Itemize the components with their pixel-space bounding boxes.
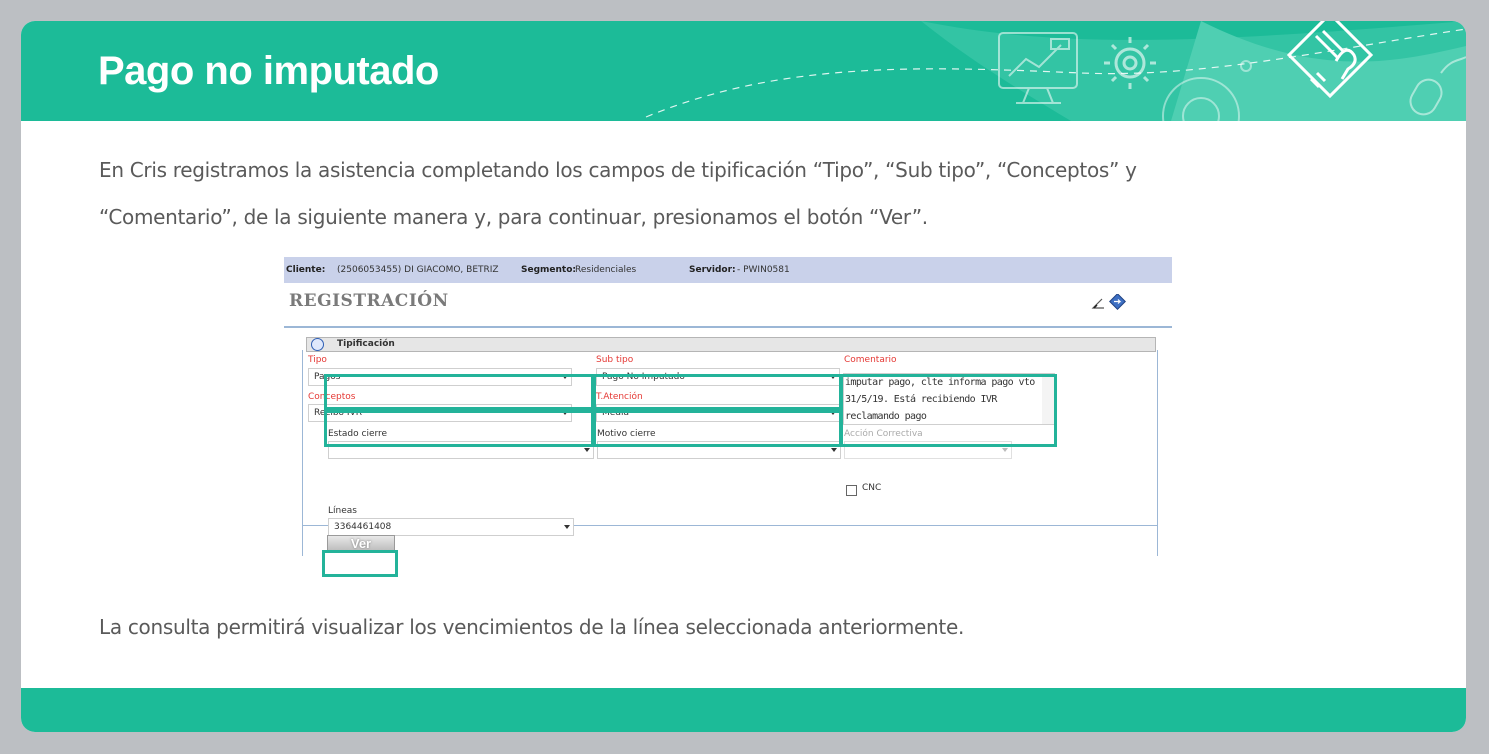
intro-line-1: En Cris registramos la asistencia comple… [99,158,1137,182]
footer-text: La consulta permitirá visualizar los ven… [99,615,965,639]
tipificacion-header[interactable]: Tipificación [306,337,1156,352]
edit-icon[interactable] [1091,298,1104,309]
diamond-arrow-icon[interactable] [1109,294,1126,310]
collapse-toggle-icon[interactable] [311,338,324,351]
footer-bar [21,688,1466,732]
slide-card: Pago no imputado En Cris registramos la … [21,21,1466,732]
chevron-down-icon [1002,448,1008,452]
highlight-tipo [324,374,594,410]
highlight-conceptos [324,410,594,447]
page-title: Pago no imputado [98,49,439,93]
crm-screenshot: Cliente: (2506053455) DI GIACOMO, BETRIZ… [284,257,1172,577]
highlight-comentario [839,374,1057,447]
cnc-label: CNC [862,483,882,493]
tipo-label: Tipo [308,355,327,365]
chevron-down-icon [584,448,590,452]
header-banner: Pago no imputado [21,21,1466,121]
highlight-sub-tipo [593,374,843,410]
chevron-down-icon [831,448,837,452]
highlight-t-atencion [593,410,843,447]
cnc-checkbox[interactable] [846,485,857,496]
section-divider [284,326,1172,328]
tipificacion-label: Tipificación [337,339,395,349]
comentario-label: Comentario [844,355,897,365]
servidor-label: Servidor: [689,265,736,275]
servidor-value: - PWIN0581 [737,265,790,275]
section-title: REGISTRACIÓN [289,291,449,311]
segmento-value: Residenciales [575,265,637,275]
intro-line-2: “Comentario”, de la siguiente manera y, … [99,205,928,229]
intro-paragraph: En Cris registramos la asistencia comple… [99,147,1279,241]
cliente-value: (2506053455) DI GIACOMO, BETRIZ [337,265,499,275]
lineas-select[interactable]: 3364461408 [328,518,574,536]
client-topbar: Cliente: (2506053455) DI GIACOMO, BETRIZ… [284,257,1172,283]
sub-tipo-label: Sub tipo [596,355,634,365]
lineas-label: Líneas [328,506,357,516]
lineas-value: 3364461408 [334,522,392,532]
highlight-ver-button [322,550,398,577]
chevron-down-icon [564,525,570,529]
cliente-label: Cliente: [286,265,326,275]
segmento-label: Segmento: [521,265,577,275]
